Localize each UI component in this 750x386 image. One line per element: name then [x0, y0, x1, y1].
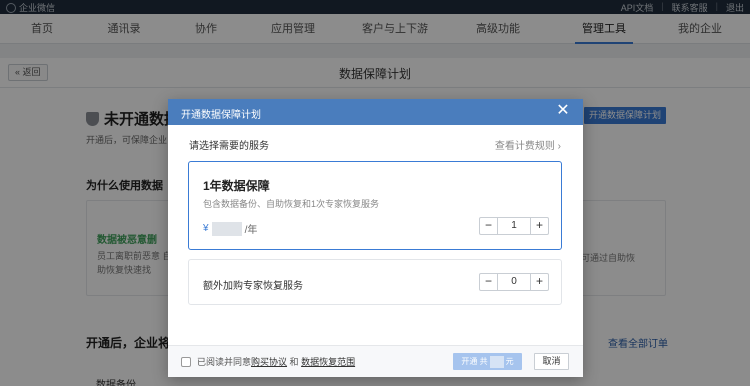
agree-text: 已阅读并同意购买协议 和 数据恢复范围: [197, 355, 355, 368]
close-icon[interactable]: ✕: [554, 102, 572, 120]
recovery-scope-link[interactable]: 数据恢复范围: [301, 357, 355, 367]
currency-symbol: ¥: [203, 223, 209, 234]
pay-prefix: 开通 共: [461, 357, 488, 366]
addon-option-card: 额外加购专家恢复服务 − 0 +: [188, 259, 562, 305]
pricing-rules-link[interactable]: 查看计费规则 ›: [495, 137, 561, 152]
plan-price: ¥ /年: [203, 221, 257, 236]
cancel-button[interactable]: 取消: [534, 353, 569, 370]
agree-prefix: 已阅读并同意: [197, 357, 252, 367]
plan-quantity-stepper: − 1 +: [479, 217, 549, 235]
dialog-title: 开通数据保障计划: [181, 110, 261, 121]
pay-suffix: 元: [505, 357, 514, 366]
plan-title: 1年数据保障: [203, 179, 270, 193]
total-redacted: [489, 355, 504, 368]
addon-quantity-stepper: − 0 +: [479, 273, 549, 291]
decrement-button[interactable]: −: [480, 274, 498, 290]
activate-plan-dialog: 开通数据保障计划 ✕ 请选择需要的服务 查看计费规则 › 1年数据保障 包含数据…: [168, 99, 583, 377]
quantity-value[interactable]: 0: [498, 274, 530, 290]
service-section-label: 请选择需要的服务: [189, 141, 269, 152]
agreement: 已阅读并同意购买协议 和 数据恢复范围: [181, 355, 355, 368]
activate-pay-button[interactable]: 开通 共 元: [453, 353, 522, 370]
plan-description: 包含数据备份、自助恢复和1次专家恢复服务: [203, 199, 380, 209]
agree-checkbox[interactable]: [181, 356, 191, 367]
price-redacted: [211, 221, 242, 236]
purchase-agreement-link[interactable]: 购买协议: [251, 357, 287, 367]
price-unit: /年: [244, 225, 258, 236]
agree-and: 和: [289, 357, 299, 367]
decrement-button[interactable]: −: [480, 218, 498, 234]
increment-button[interactable]: +: [530, 274, 548, 290]
dialog-footer: 已阅读并同意购买协议 和 数据恢复范围 开通 共 元 取消: [168, 345, 583, 377]
dialog-header: 开通数据保障计划 ✕: [168, 99, 583, 125]
quantity-value[interactable]: 1: [498, 218, 530, 234]
addon-label: 额外加购专家恢复服务: [203, 281, 303, 292]
increment-button[interactable]: +: [530, 218, 548, 234]
plan-option-card[interactable]: 1年数据保障 包含数据备份、自助恢复和1次专家恢复服务 ¥ /年 − 1 +: [188, 161, 562, 250]
